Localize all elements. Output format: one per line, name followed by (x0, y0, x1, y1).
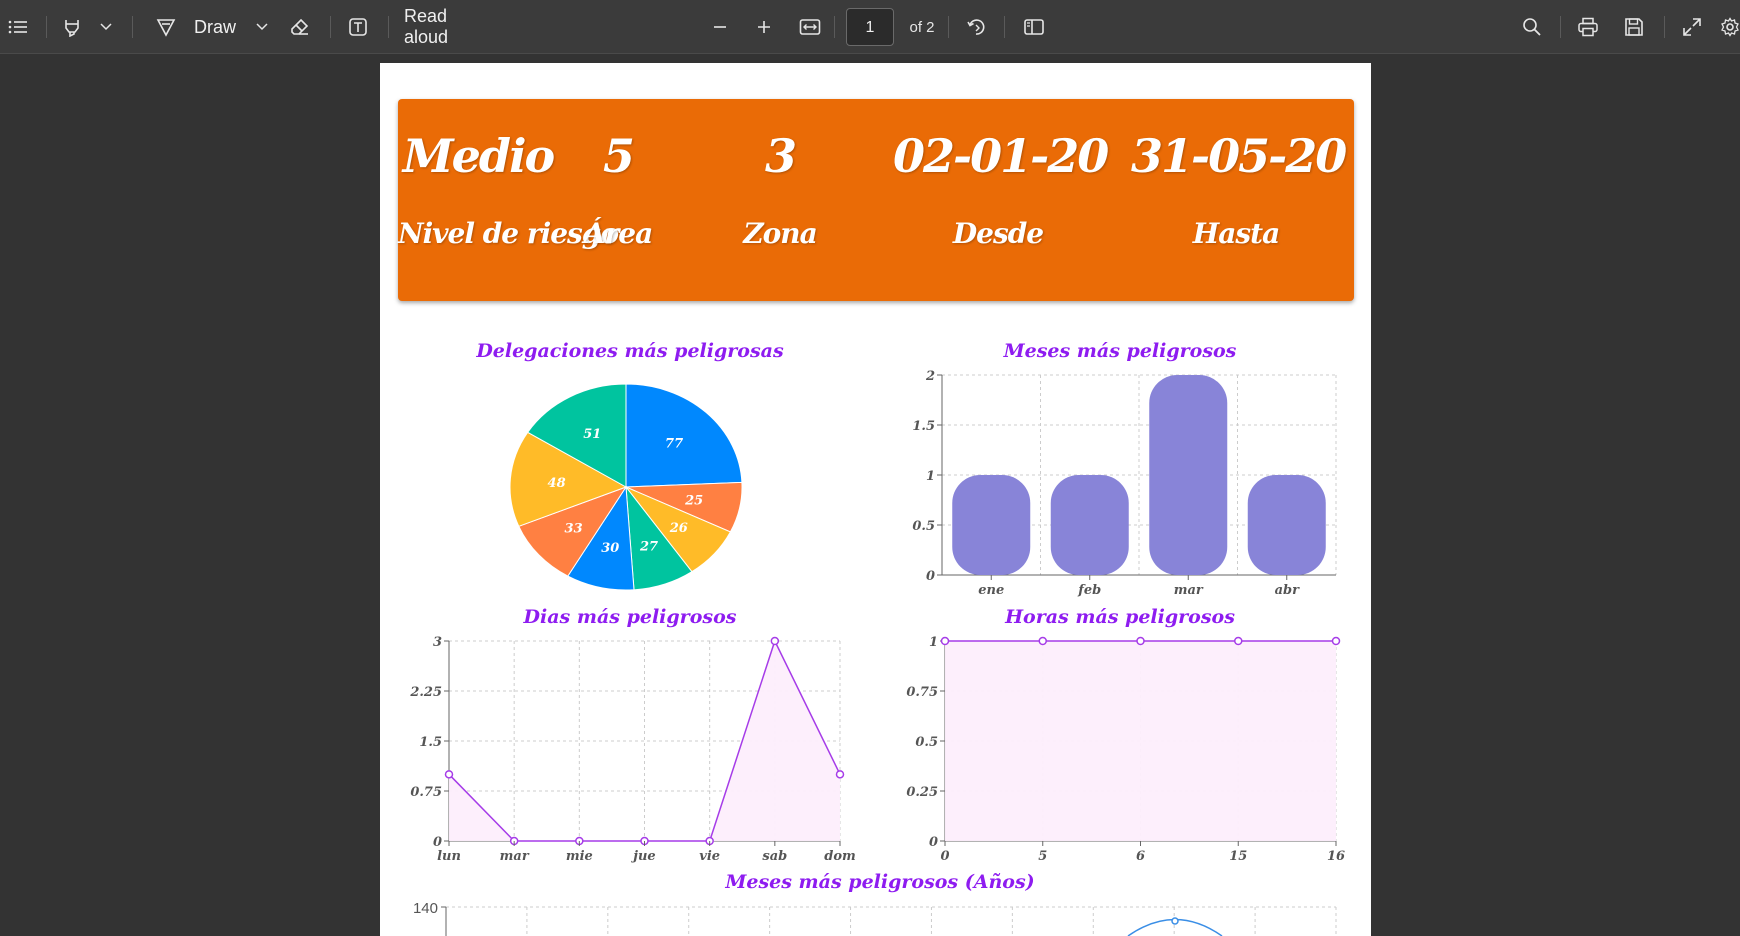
draw-button[interactable]: Draw (190, 0, 240, 54)
page-number-input[interactable]: 1 (846, 8, 894, 46)
toolbar-divider (1004, 16, 1005, 38)
print-icon[interactable] (1576, 0, 1600, 54)
draw-icon[interactable] (154, 0, 178, 54)
fit-width-icon[interactable] (798, 0, 822, 54)
rotate-icon[interactable] (964, 0, 988, 54)
contents-icon[interactable] (6, 0, 30, 54)
data-point (1171, 917, 1179, 925)
read-aloud-button[interactable]: Read aloud (404, 0, 496, 54)
toolbar-divider (132, 16, 133, 38)
save-icon[interactable] (1622, 0, 1646, 54)
settings-icon[interactable] (1720, 0, 1740, 54)
draw-chevron-down-icon[interactable] (254, 0, 270, 54)
highlight-icon[interactable] (60, 0, 84, 54)
eraser-icon[interactable] (288, 0, 312, 54)
zoom-in-icon[interactable] (752, 0, 776, 54)
zoom-out-icon[interactable] (708, 0, 732, 54)
toolbar-divider (1560, 16, 1561, 38)
toolbar-divider (46, 16, 47, 38)
pdf-toolbar: Draw Read aloud 1 of 2 (0, 0, 1740, 54)
page-view-icon[interactable] (1022, 0, 1046, 54)
y-tick-label: 140 (413, 900, 438, 917)
toolbar-divider (948, 16, 949, 38)
fullscreen-icon[interactable] (1680, 0, 1704, 54)
toolbar-divider (834, 16, 835, 38)
text-box-icon[interactable] (346, 0, 370, 54)
toolbar-divider (1664, 16, 1665, 38)
pdf-page: Medio Nivel de riesgo 5 Área 3 Zona 02-0… (380, 63, 1371, 936)
toolbar-divider (388, 16, 389, 38)
years-line-chart: 140 (413, 900, 1337, 936)
toolbar-divider (330, 16, 331, 38)
highlight-chevron-down-icon[interactable] (98, 0, 114, 54)
search-icon[interactable] (1520, 0, 1544, 54)
page-total-label: of 2 (909, 18, 935, 36)
